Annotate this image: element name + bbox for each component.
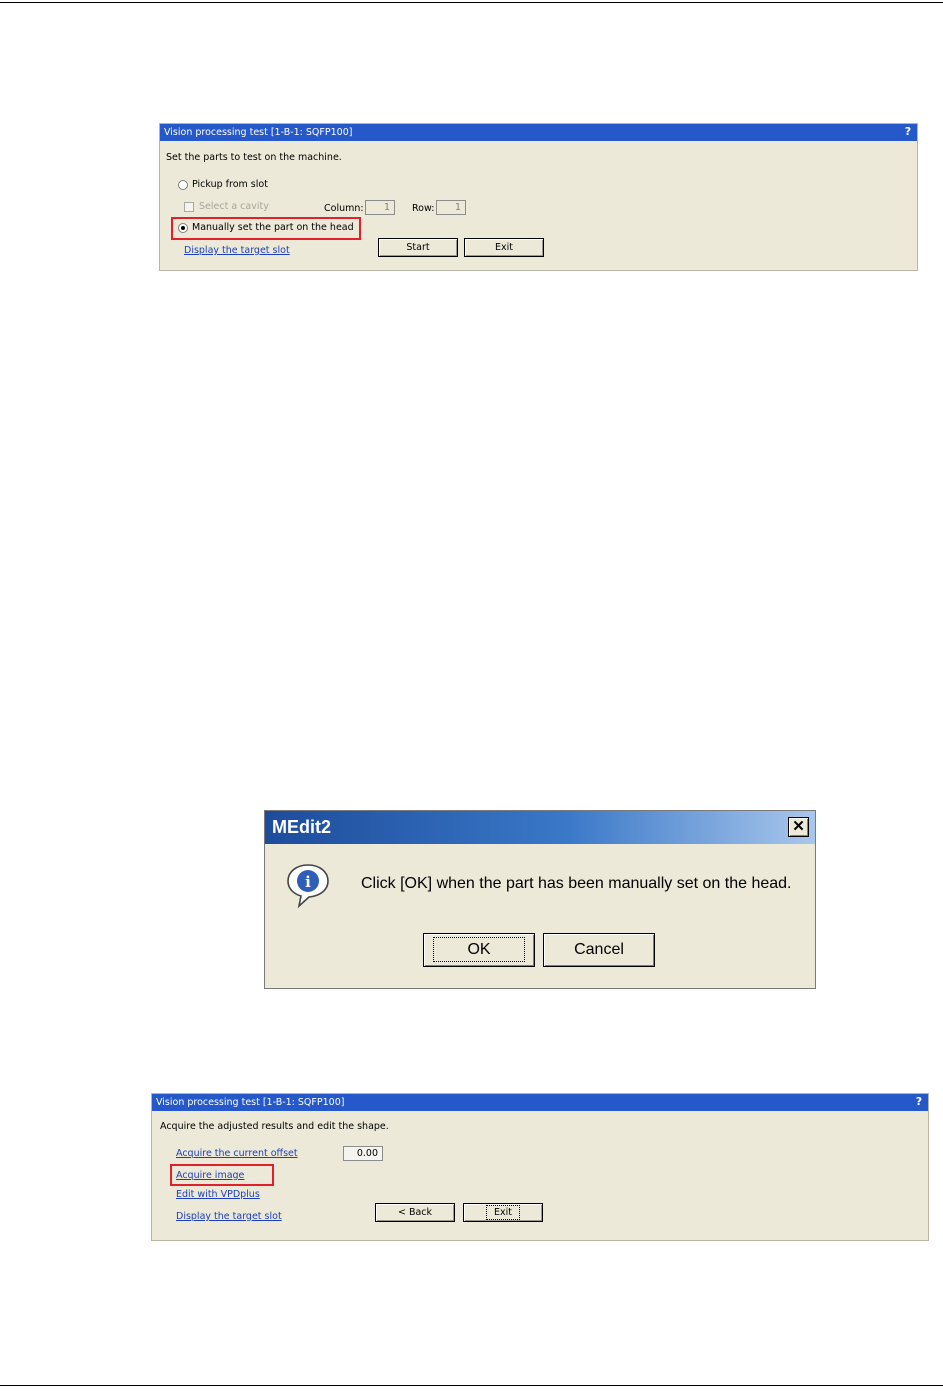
help-icon[interactable]: ? xyxy=(902,126,914,138)
highlight-box xyxy=(170,1164,274,1186)
info-icon: i xyxy=(287,864,329,909)
dialog-message: Click [OK] when the part has been manual… xyxy=(361,875,792,892)
radio-pickup-label[interactable]: Pickup from slot xyxy=(192,179,268,190)
link-display-target-slot[interactable]: Display the target slot xyxy=(184,245,290,256)
start-button[interactable]: Start xyxy=(378,238,458,257)
instruction-text: Acquire the adjusted results and edit th… xyxy=(160,1121,389,1132)
start-button-label: Start xyxy=(406,242,430,253)
help-icon[interactable]: ? xyxy=(913,1096,925,1108)
instruction-text: Set the parts to test on the machine. xyxy=(166,152,342,163)
panel-title: Vision processing test [1-B-1: SQFP100] xyxy=(156,1097,345,1108)
highlight-box xyxy=(171,217,361,240)
exit-button-label: Exit xyxy=(486,1205,520,1220)
ok-button[interactable]: OK xyxy=(423,933,535,967)
close-icon: ✕ xyxy=(792,818,805,835)
panel-title-bar: Vision processing test [1-B-1: SQFP100] … xyxy=(152,1094,928,1111)
cancel-button[interactable]: Cancel xyxy=(543,933,655,967)
close-button[interactable]: ✕ xyxy=(788,817,809,837)
info-glyph: i xyxy=(305,873,311,891)
link-edit-vpdplus[interactable]: Edit with VPDplus xyxy=(176,1189,260,1200)
row-label: Row: xyxy=(412,203,435,214)
dialog-title-bar: MEdit2 xyxy=(265,811,815,844)
back-button-label: < Back xyxy=(397,1207,433,1218)
medit2-dialog: MEdit2 ✕ i Click [OK] when the part has … xyxy=(264,810,816,989)
top-rule xyxy=(0,2,943,3)
bottom-rule xyxy=(0,1385,943,1386)
exit-button[interactable]: Exit xyxy=(463,1203,543,1222)
checkbox-select-cavity[interactable] xyxy=(184,202,194,212)
vision-test-panel-acquire: Vision processing test [1-B-1: SQFP100] … xyxy=(151,1093,929,1241)
link-display-target-slot[interactable]: Display the target slot xyxy=(176,1211,282,1222)
exit-button[interactable]: Exit xyxy=(464,238,544,257)
dialog-title: MEdit2 xyxy=(272,817,332,837)
offset-value-field: 0.00 xyxy=(343,1146,383,1161)
panel-title-bar: Vision processing test [1-B-1: SQFP100] … xyxy=(160,124,917,141)
column-label: Column: xyxy=(324,203,364,214)
checkbox-select-cavity-label: Select a cavity xyxy=(199,201,269,212)
panel-title: Vision processing test [1-B-1: SQFP100] xyxy=(164,127,353,138)
vision-test-panel-setup: Vision processing test [1-B-1: SQFP100] … xyxy=(159,123,918,271)
column-field[interactable]: 1 xyxy=(365,200,395,215)
row-field[interactable]: 1 xyxy=(436,200,466,215)
exit-button-label: Exit xyxy=(495,242,513,253)
ok-button-label: OK xyxy=(433,937,525,962)
cancel-button-label: Cancel xyxy=(574,941,624,958)
link-acquire-current-offset[interactable]: Acquire the current offset xyxy=(176,1148,298,1159)
back-button[interactable]: < Back xyxy=(375,1203,455,1222)
radio-pickup-from-slot[interactable] xyxy=(178,180,188,190)
